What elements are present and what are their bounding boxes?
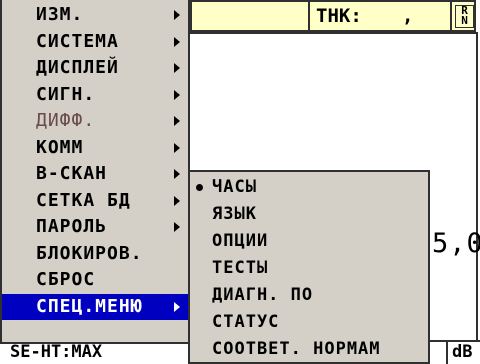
display-right-border <box>476 32 478 362</box>
thickness-label: THK: <box>316 5 362 27</box>
rectification-badge: R N <box>455 5 474 28</box>
submenu-item-label: ЯЗЫК <box>212 204 257 224</box>
main-menu-item-label: ДИФФ. <box>36 110 96 131</box>
main-menu-item-label: СИСТЕМА <box>36 30 119 52</box>
main-menu-item-label: СИГН. <box>36 83 96 105</box>
main-menu-item[interactable]: КОММ <box>2 135 188 161</box>
main-menu-item-label: СБРОС <box>36 269 96 290</box>
display-divider <box>190 32 478 34</box>
measurement-reading: 5,0 <box>432 228 480 259</box>
submenu-arrow-icon <box>174 195 180 206</box>
submenu-item-label: ОПЦИИ <box>212 231 269 251</box>
submenu-item-label: СТАТУС <box>212 312 280 332</box>
main-menu-item[interactable]: ДИФФ. <box>2 108 188 134</box>
main-menu-item[interactable]: ДИСПЛЕЙ <box>2 55 188 81</box>
main-menu-item-label: СПЕЦ.МЕНЮ <box>36 295 143 317</box>
submenu-item-label: ЧАСЫ <box>212 177 257 197</box>
main-menu-item-label: ИЗМ. <box>36 4 84 25</box>
main-menu-item[interactable]: СИГН. <box>2 82 188 108</box>
submenu-arrow-icon <box>174 36 180 47</box>
main-menu-item[interactable]: СПЕЦ.МЕНЮ <box>2 293 188 320</box>
main-menu-item-label: СЕТКА БД <box>36 189 131 211</box>
main-menu-item-label: БЛОКИРОВ. <box>36 242 143 264</box>
submenu-item[interactable]: ЧАСЫ <box>190 173 428 201</box>
submenu-arrow-icon <box>174 10 180 20</box>
thickness-value: , <box>402 5 414 27</box>
main-menu-item[interactable]: БЛОКИРОВ. <box>2 241 188 267</box>
thickness-readout: THK: , <box>308 2 452 32</box>
badge-bottom-letter: N <box>461 14 468 27</box>
main-menu-item[interactable]: ИЗМ. <box>2 2 188 28</box>
submenu-arrow-icon <box>174 116 180 126</box>
main-menu: ИЗМ. СИСТЕМА ДИСПЛЕЙ СИГН. ДИФФ. КОММ В-СКАН СЕ… <box>0 0 190 344</box>
main-menu-item[interactable]: ПАРОЛЬ <box>2 214 188 240</box>
submenu-item[interactable]: СТАТУС <box>190 308 428 336</box>
submenu-item-label: СООТВЕТ. НОРМАМ <box>212 339 381 359</box>
unit-separator <box>446 342 448 364</box>
main-menu-item-label: В-СКАН <box>36 163 108 184</box>
main-menu-item[interactable]: СИСТЕМА <box>2 29 188 55</box>
main-menu-item[interactable]: В-СКАН <box>2 161 188 187</box>
submenu-item-label: ДИАГН. ПО <box>212 285 314 305</box>
main-menu-item[interactable]: СЕТКА БД <box>2 188 188 214</box>
submenu-item[interactable]: СООТВЕТ. НОРМАМ <box>190 335 428 363</box>
submenu-arrow-icon <box>174 301 180 312</box>
main-menu-item[interactable]: СБРОС <box>2 267 188 293</box>
gain-unit: dB <box>452 342 473 362</box>
submenu-arrow-icon <box>174 169 180 179</box>
submenu-item[interactable]: ЯЗЫК <box>190 200 428 228</box>
main-menu-item-label: ПАРОЛЬ <box>36 216 108 237</box>
submenu-arrow-icon <box>174 63 180 73</box>
special-submenu: ЧАСЫ ЯЗЫК ОПЦИИ ТЕСТЫ ДИАГН. ПО СТАТУС СООТВЕТ… <box>188 170 430 364</box>
submenu-item-label: ТЕСТЫ <box>212 258 269 278</box>
device-screen: THK: , R N 5,0 SE-HT:MAX dB ИЗМ. СИСТЕМА Д… <box>0 0 480 364</box>
main-menu-item-label: КОММ <box>36 136 84 158</box>
submenu-arrow-icon <box>174 142 180 153</box>
submenu-item[interactable]: ТЕСТЫ <box>190 254 428 282</box>
submenu-item[interactable]: ОПЦИИ <box>190 227 428 255</box>
main-menu-item-label: ДИСПЛЕЙ <box>36 57 119 78</box>
submenu-arrow-icon <box>174 89 180 100</box>
submenu-arrow-icon <box>174 222 180 232</box>
selected-bullet-icon <box>196 184 203 191</box>
submenu-item[interactable]: ДИАГН. ПО <box>190 281 428 309</box>
